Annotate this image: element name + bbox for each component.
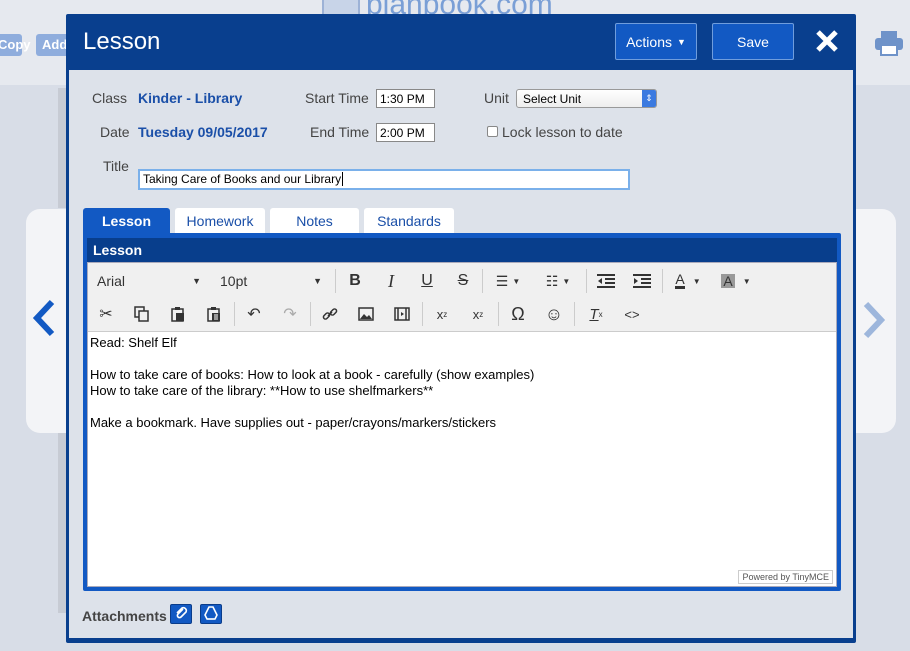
- paperclip-icon: [174, 606, 188, 623]
- next-arrow-icon[interactable]: [862, 297, 886, 351]
- printer-icon[interactable]: [874, 30, 904, 56]
- lesson-modal: Lesson Actions ▼ Save Class Kinder - Lib…: [66, 14, 856, 643]
- subscript-icon[interactable]: xz: [430, 301, 454, 327]
- end-time-input[interactable]: 2:00 PM: [376, 123, 435, 142]
- content-line: Make a bookmark. Have supplies out - pap…: [90, 415, 497, 430]
- tab-standards[interactable]: Standards: [364, 208, 454, 233]
- undo-icon[interactable]: ↶: [242, 301, 266, 327]
- image-icon[interactable]: [354, 301, 378, 327]
- font-size-select[interactable]: 10pt ▼: [214, 268, 326, 294]
- bold-icon[interactable]: B: [344, 268, 366, 294]
- lesson-tab-panel: Lesson Arial ▼ 10pt ▼ B I U S ☰ ▼ ☷ ▼ A …: [83, 233, 841, 591]
- title-input[interactable]: Taking Care of Books and our Library: [138, 169, 630, 190]
- date-label: Date: [100, 124, 130, 140]
- lock-lesson-label: Lock lesson to date: [502, 124, 623, 140]
- select-arrows-icon: ⇕: [642, 90, 656, 107]
- close-icon[interactable]: [810, 24, 844, 58]
- copy-button-bg[interactable]: Copy: [0, 34, 31, 56]
- unit-select[interactable]: Select Unit ⇕: [516, 89, 657, 108]
- paste-text-icon[interactable]: [202, 301, 226, 327]
- paste-icon[interactable]: [166, 301, 190, 327]
- toolbar-divider: [498, 302, 499, 326]
- underline-icon[interactable]: U: [416, 268, 438, 294]
- toolbar-divider: [482, 269, 483, 293]
- date-value[interactable]: Tuesday 09/05/2017: [138, 124, 268, 140]
- superscript-icon[interactable]: xz: [466, 301, 490, 327]
- indent-icon[interactable]: [630, 268, 654, 294]
- google-drive-button[interactable]: [200, 604, 222, 624]
- copy-icon[interactable]: [130, 301, 154, 327]
- strikethrough-icon[interactable]: S: [452, 268, 474, 294]
- link-icon[interactable]: [318, 301, 342, 327]
- editor-content[interactable]: Read: Shelf Elf How to take care of book…: [90, 335, 534, 431]
- content-line: How to take care of the library: **How t…: [90, 383, 434, 398]
- content-line: [90, 351, 534, 367]
- font-family-select[interactable]: Arial ▼: [91, 268, 205, 294]
- cut-icon[interactable]: ✂: [94, 301, 118, 327]
- toolbar-divider: [234, 302, 235, 326]
- rich-text-editor[interactable]: Arial ▼ 10pt ▼ B I U S ☰ ▼ ☷ ▼ A ▼ A ▼ ✂…: [87, 262, 837, 587]
- actions-button[interactable]: Actions ▼: [615, 23, 697, 60]
- tab-homework[interactable]: Homework: [175, 208, 265, 233]
- save-label: Save: [737, 33, 769, 50]
- title-label: Title: [103, 158, 129, 174]
- content-line: Read: Shelf Elf: [90, 335, 177, 350]
- background-color-icon[interactable]: A ▼: [716, 268, 756, 294]
- emoticon-icon[interactable]: ☺: [542, 301, 566, 327]
- modal-title: Lesson: [83, 28, 161, 55]
- google-drive-icon: [204, 605, 218, 623]
- clear-formatting-icon[interactable]: Tx: [584, 301, 608, 327]
- tab-notes[interactable]: Notes: [270, 208, 359, 233]
- toolbar-divider: [662, 269, 663, 293]
- outdent-icon[interactable]: [594, 268, 618, 294]
- redo-icon[interactable]: ↷: [278, 301, 302, 327]
- special-character-icon[interactable]: Ω: [506, 301, 530, 327]
- unit-label: Unit: [484, 90, 509, 106]
- toolbar-divider: [574, 302, 575, 326]
- content-line: [90, 399, 534, 415]
- powered-by-label: Powered by TinyMCE: [738, 570, 833, 584]
- attachments-label: Attachments: [82, 608, 167, 624]
- start-time-label: Start Time: [305, 90, 369, 106]
- attach-file-button[interactable]: [170, 604, 192, 624]
- caret-down-icon: ▼: [677, 36, 686, 47]
- numbered-list-icon[interactable]: ☷ ▼: [538, 268, 578, 294]
- background-strip: [58, 88, 66, 208]
- source-code-icon[interactable]: <>: [620, 301, 644, 327]
- prev-arrow-icon[interactable]: [32, 295, 56, 349]
- end-time-label: End Time: [310, 124, 370, 140]
- class-label: Class: [92, 90, 128, 106]
- toolbar-divider: [586, 269, 587, 293]
- section-title: Lesson: [87, 238, 837, 262]
- tab-lesson[interactable]: Lesson: [83, 208, 170, 233]
- content-line: How to take care of books: How to look a…: [90, 367, 535, 382]
- start-time-input[interactable]: 1:30 PM: [376, 89, 435, 108]
- background-strip: [58, 433, 66, 613]
- text-color-icon[interactable]: A ▼: [668, 268, 708, 294]
- media-icon[interactable]: [390, 301, 414, 327]
- editor-toolbar: Arial ▼ 10pt ▼ B I U S ☰ ▼ ☷ ▼ A ▼ A ▼ ✂…: [88, 263, 836, 332]
- toolbar-divider: [335, 269, 336, 293]
- save-button[interactable]: Save: [712, 23, 794, 60]
- class-value[interactable]: Kinder - Library: [138, 90, 242, 106]
- toolbar-divider: [422, 302, 423, 326]
- toolbar-divider: [310, 302, 311, 326]
- italic-icon[interactable]: I: [380, 268, 402, 294]
- lock-lesson-checkbox[interactable]: [487, 126, 498, 137]
- modal-body: Class Kinder - Library Date Tuesday 09/0…: [69, 70, 853, 638]
- bullet-list-icon[interactable]: ☰ ▼: [488, 268, 528, 294]
- actions-label: Actions: [626, 33, 672, 50]
